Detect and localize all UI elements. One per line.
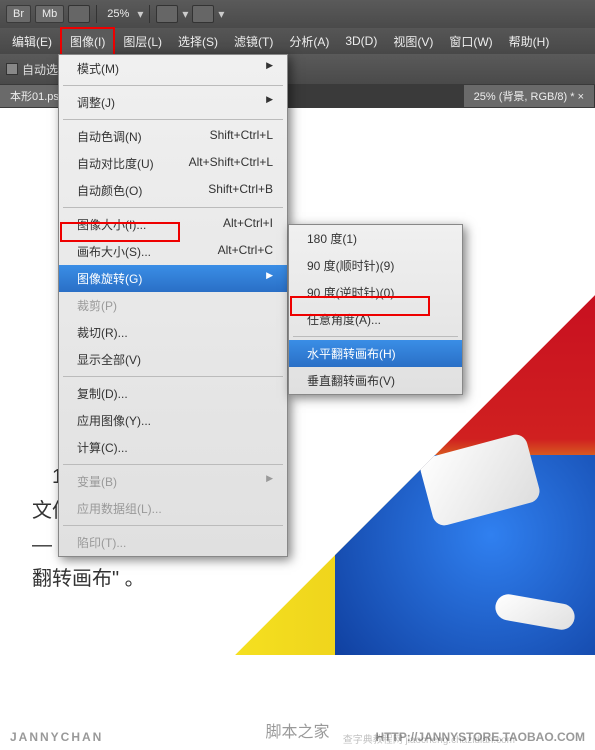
image-menu-item[interactable]: 裁切(R)...	[59, 319, 287, 346]
image-menu-item[interactable]: 自动对比度(U)Alt+Shift+Ctrl+L	[59, 150, 287, 177]
image-menu-item[interactable]: 自动色调(N)Shift+Ctrl+L	[59, 123, 287, 150]
app-toolbar: Br Mb 25% ▾ ▾ ▾	[0, 0, 595, 28]
zoom-level[interactable]: 25%	[107, 8, 129, 20]
image-menu-item[interactable]: 调整(J)▶	[59, 89, 287, 116]
chevron-down-icon[interactable]: ▾	[137, 7, 143, 21]
image-menu-item[interactable]: 计算(C)...	[59, 434, 287, 461]
author-name: JANNYCHAN	[10, 730, 103, 744]
chevron-down-icon[interactable]: ▾	[182, 7, 188, 21]
rotate-menu-item[interactable]: 90 度(顺时针)(9)	[289, 252, 462, 279]
mb-button[interactable]: Mb	[35, 5, 64, 23]
image-menu-item[interactable]: 陷印(T)...	[59, 529, 287, 556]
rotate-menu-item[interactable]: 垂直翻转画布(V)	[289, 367, 462, 394]
image-menu-item[interactable]: 复制(D)...	[59, 380, 287, 407]
menu-3d[interactable]: 3D(D)	[337, 30, 385, 52]
image-menu-item[interactable]: 模式(M)▶	[59, 55, 287, 82]
watermark-secondary: 查字典教程网 jiaocheng.chazidian.com	[343, 731, 515, 746]
menu-analysis[interactable]: 分析(A)	[281, 29, 337, 54]
screen-mode-icon[interactable]	[68, 5, 90, 23]
menu-filter[interactable]: 滤镜(T)	[226, 29, 281, 54]
highlight-box-rotate	[60, 222, 180, 242]
image-menu-item[interactable]: 画布大小(S)...Alt+Ctrl+C	[59, 238, 287, 265]
tab-document-right[interactable]: 25% (背景, RGB/8) * ×	[464, 85, 595, 107]
bridge-button[interactable]: Br	[6, 5, 31, 23]
autoselect-label: 自动选	[22, 61, 58, 78]
menu-image[interactable]: 图像(I)	[60, 27, 115, 56]
image-menu-item[interactable]: 应用图像(Y)...	[59, 407, 287, 434]
image-menu-item[interactable]: 显示全部(V)	[59, 346, 287, 373]
rotate-menu-item[interactable]: 水平翻转画布(H)	[289, 340, 462, 367]
highlight-box-flip	[290, 296, 430, 316]
menu-edit[interactable]: 编辑(E)	[4, 29, 60, 54]
menu-help[interactable]: 帮助(H)	[501, 29, 558, 54]
chevron-down-icon[interactable]: ▾	[218, 7, 224, 21]
menu-layer[interactable]: 图层(L)	[115, 29, 170, 54]
autoselect-checkbox[interactable]: 自动选	[6, 61, 58, 78]
menubar: 编辑(E) 图像(I) 图层(L) 选择(S) 滤镜(T) 分析(A) 3D(D…	[0, 28, 595, 54]
image-menu-dropdown: 模式(M)▶ 调整(J)▶ 自动色调(N)Shift+Ctrl+L自动对比度(U)A…	[58, 54, 288, 557]
screenmode2-icon[interactable]	[192, 5, 214, 23]
image-menu-item[interactable]: 变量(B)▶	[59, 468, 287, 495]
rotate-menu-item[interactable]: 180 度(1)	[289, 225, 462, 252]
image-menu-item[interactable]: 应用数据组(L)...	[59, 495, 287, 522]
arrange-icon[interactable]	[156, 5, 178, 23]
checkbox-icon	[6, 63, 18, 75]
menu-select[interactable]: 选择(S)	[170, 29, 226, 54]
menu-window[interactable]: 窗口(W)	[441, 29, 500, 54]
image-menu-item[interactable]: 裁剪(P)	[59, 292, 287, 319]
watermark: 脚本之家	[265, 718, 329, 742]
image-menu-item[interactable]: 图像旋转(G)▶	[59, 265, 287, 292]
image-menu-item[interactable]: 自动颜色(O)Shift+Ctrl+B	[59, 177, 287, 204]
menu-view[interactable]: 视图(V)	[385, 29, 441, 54]
